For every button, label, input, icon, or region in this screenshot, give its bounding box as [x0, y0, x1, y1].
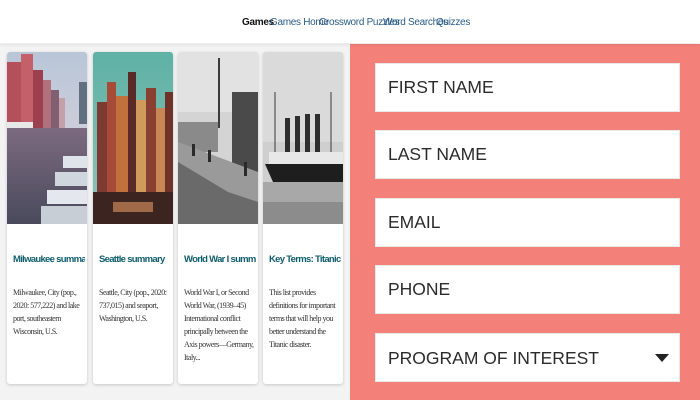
- card-image-ship-photo[interactable]: [263, 52, 343, 224]
- card-list: Milwaukee summary Milwaukee, City (pop.,…: [0, 44, 350, 400]
- card-image-city-waterfront[interactable]: [7, 52, 87, 224]
- first-name-field[interactable]: [375, 63, 680, 112]
- top-nav: Games Games Home Crossword Puzzles Word …: [0, 0, 700, 44]
- card-description: Milwaukee, City (pop., 2020: 577,222) an…: [13, 288, 80, 336]
- program-select-label: PROGRAM OF INTEREST: [388, 348, 599, 368]
- last-name-field[interactable]: [375, 130, 680, 179]
- email-field[interactable]: [375, 198, 680, 247]
- card-image-city-skyline[interactable]: [93, 52, 173, 224]
- lead-form-panel: PROGRAM OF INTEREST: [350, 44, 700, 400]
- card-title[interactable]: Key Terms: Titanic: [269, 254, 341, 265]
- card-title[interactable]: Milwaukee summary: [13, 254, 85, 265]
- phone-input[interactable]: [376, 266, 679, 313]
- email-input[interactable]: [376, 199, 679, 246]
- last-name-input[interactable]: [376, 131, 679, 178]
- chevron-down-icon[interactable]: [655, 354, 669, 362]
- card-milwaukee[interactable]: Milwaukee summary Milwaukee, City (pop.,…: [7, 52, 87, 384]
- card-title[interactable]: World War I summary: [184, 254, 256, 265]
- card-title[interactable]: Seattle summary: [99, 254, 171, 265]
- phone-field[interactable]: [375, 265, 680, 314]
- card-image-wartime-photo[interactable]: [178, 52, 258, 224]
- program-of-interest-select[interactable]: PROGRAM OF INTEREST: [375, 333, 680, 382]
- card-description: This list provides definitions for impor…: [269, 288, 336, 349]
- card-description: Seattle, City (pop., 2020: 737,015) and …: [99, 288, 167, 323]
- card-world-war[interactable]: World War I summary World War I, or Seco…: [178, 52, 258, 384]
- first-name-input[interactable]: [376, 64, 679, 111]
- card-description: World War I, or Second World War, (1939–…: [184, 288, 254, 362]
- nav-item-quizzes[interactable]: Quizzes: [436, 17, 470, 28]
- card-seattle[interactable]: Seattle summary Seattle, City (pop., 202…: [93, 52, 173, 384]
- card-titanic[interactable]: Key Terms: Titanic This list provides de…: [263, 52, 343, 384]
